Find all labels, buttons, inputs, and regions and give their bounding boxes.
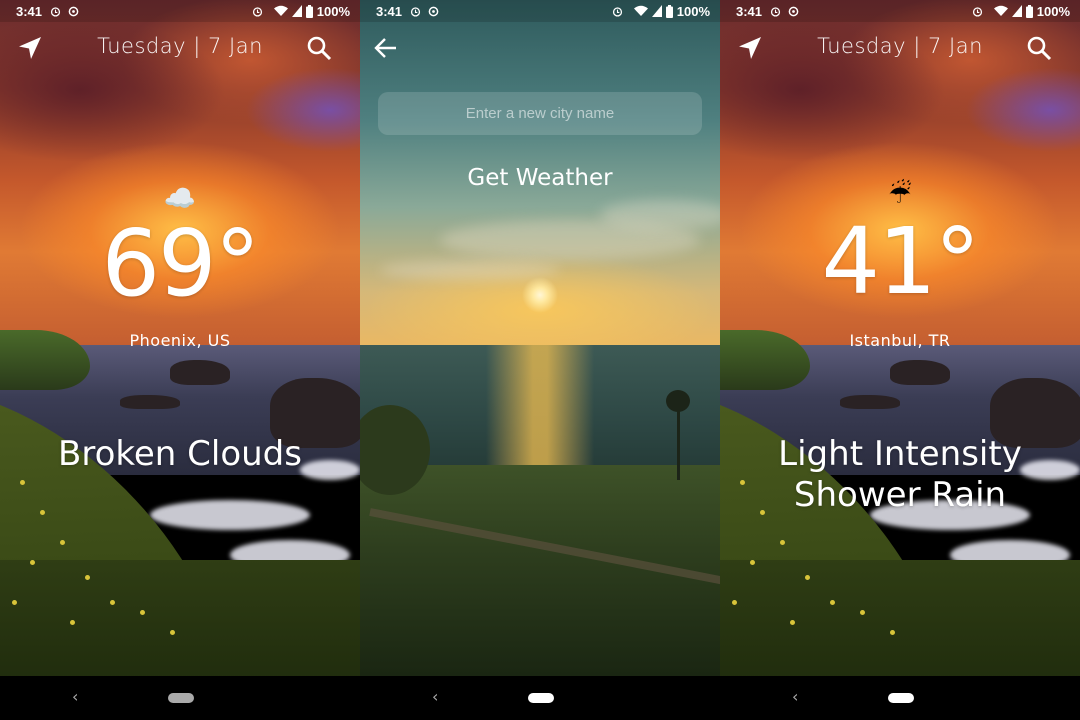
- search-icon[interactable]: [305, 34, 333, 62]
- alarm-icon: [770, 6, 781, 17]
- system-nav-bar: ‹: [360, 676, 720, 720]
- status-bar: 3:41 100%: [360, 0, 720, 22]
- weather-screen-istanbul: 3:41 100% Tuesday | 7 Jan ☔ 41° Istanbul…: [720, 0, 1080, 720]
- system-nav-bar: ‹: [720, 676, 1080, 720]
- arrow-left-icon[interactable]: [372, 34, 400, 62]
- nav-home-pill[interactable]: [528, 693, 554, 703]
- alarm-icon: [972, 6, 982, 17]
- status-time: 3:41: [376, 3, 403, 19]
- alarm-icon: [612, 6, 622, 17]
- battery-icon: [305, 4, 313, 18]
- temperature: 69°: [101, 210, 260, 317]
- signal-icon: [291, 5, 302, 17]
- get-weather-button[interactable]: Get Weather: [360, 165, 720, 191]
- status-bar: 3:41 100%: [0, 0, 360, 22]
- city-label: Istanbul, TR: [849, 331, 951, 350]
- nav-home-pill[interactable]: [168, 693, 194, 703]
- data-saver-icon: [428, 6, 439, 16]
- battery-icon: [665, 4, 673, 18]
- system-nav-bar: ‹: [0, 676, 360, 720]
- top-bar: Tuesday | 7 Jan: [720, 28, 1080, 68]
- top-bar: [360, 28, 720, 68]
- city-name-input[interactable]: [378, 92, 702, 135]
- weather-description: Light Intensity Shower Rain: [778, 434, 1022, 515]
- status-bar: 3:41 100%: [720, 0, 1080, 22]
- battery-percentage: 100%: [676, 3, 710, 19]
- search-icon[interactable]: [1025, 34, 1053, 62]
- city-label: Phoenix, US: [129, 331, 231, 350]
- wifi-icon: [993, 5, 1008, 16]
- weather-screen-phoenix: 3:41 100% Tuesday | 7 Jan ☁️ 69° Phoenix…: [0, 0, 360, 720]
- city-search-screen: 3:41 100% Get Weather ‹: [360, 0, 720, 720]
- signal-icon: [651, 5, 662, 17]
- battery-icon: [1025, 4, 1033, 18]
- weather-description: Broken Clouds: [58, 434, 302, 474]
- nav-home-pill[interactable]: [888, 693, 914, 703]
- nav-back-button[interactable]: ‹: [432, 687, 438, 706]
- battery-percentage: 100%: [1036, 3, 1070, 19]
- status-time: 3:41: [16, 3, 43, 19]
- wifi-icon: [633, 5, 648, 16]
- top-bar: Tuesday | 7 Jan: [0, 28, 360, 68]
- nav-back-button[interactable]: ‹: [792, 687, 798, 706]
- wifi-icon: [273, 5, 288, 16]
- signal-icon: [1011, 5, 1022, 17]
- battery-percentage: 100%: [316, 3, 350, 19]
- umbrella-rain-icon: ☔: [888, 180, 912, 210]
- temperature: 41°: [821, 208, 980, 315]
- alarm-icon: [50, 6, 61, 17]
- status-time: 3:41: [736, 3, 763, 19]
- data-saver-icon: [68, 6, 79, 16]
- nav-back-button[interactable]: ‹: [72, 687, 78, 706]
- alarm-icon: [252, 6, 262, 17]
- alarm-icon: [410, 6, 421, 17]
- data-saver-icon: [788, 6, 799, 16]
